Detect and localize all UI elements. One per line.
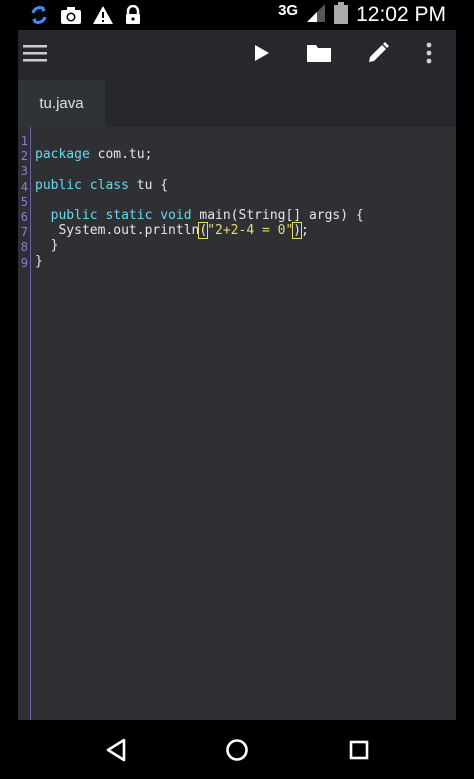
edit-button[interactable] [361, 38, 395, 72]
code-line-6: System.out.println("2+2-4 = 0"); [35, 222, 364, 240]
warning-icon [92, 5, 114, 29]
matched-bracket-close: ) [292, 222, 303, 240]
toolbar [18, 30, 456, 80]
sync-icon [28, 4, 50, 30]
line-number: 9 [20, 255, 28, 270]
code-line-2: ​ [35, 162, 364, 177]
hamburger-icon [22, 43, 48, 67]
tab-bar: tu.java [18, 80, 456, 127]
folder-icon [306, 42, 332, 68]
keyword: package [35, 147, 90, 163]
code-editor[interactable]: 1 2 3 4 5 6 7 8 9 package com.tu;​public… [18, 127, 456, 720]
code-text-segment: } [35, 238, 59, 254]
code-editor-app: tu.java 1 2 3 4 5 6 7 8 9 package com.tu… [18, 30, 456, 720]
signal-icon [306, 3, 326, 27]
lock-icon [124, 4, 142, 29]
code-text-segment: com.tu; [89, 147, 153, 163]
home-button[interactable] [221, 736, 253, 768]
code-text-segment: ; [301, 223, 309, 239]
line-number: 3 [20, 164, 28, 179]
more-options-button[interactable] [412, 38, 446, 72]
line-number: 1 [20, 134, 28, 148]
code-line-7: } [35, 238, 364, 253]
gutter-divider [30, 127, 31, 720]
line-number: 8 [20, 240, 28, 255]
line-numbers: 1 2 3 4 5 6 7 8 9 [18, 134, 28, 271]
clock: 12:02 PM [356, 3, 446, 26]
string-literal: "2+2-4 = 0" [207, 223, 294, 239]
camera-icon [60, 5, 82, 29]
code-line-1: package com.tu; [35, 147, 364, 162]
keyword: public class [35, 177, 129, 193]
code-line-4: ​ [35, 193, 364, 208]
line-number: 5 [20, 194, 28, 209]
battery-icon [334, 2, 349, 28]
code-line-5: public static void main(String[] args) { [35, 208, 364, 223]
code-text-segment: main(String[] args) { [191, 208, 364, 224]
code-text-segment: System.out.println [35, 223, 200, 239]
tab-tu-java[interactable]: tu.java [18, 80, 105, 127]
keyword: public static void [50, 208, 192, 224]
menu-button[interactable] [18, 38, 52, 72]
back-triangle-icon [104, 737, 128, 767]
recents-button[interactable] [343, 736, 375, 768]
back-button[interactable] [100, 736, 132, 768]
line-number: 2 [20, 149, 28, 164]
more-vert-icon [425, 42, 433, 68]
code-text[interactable]: package com.tu;​public class tu {​ publi… [35, 132, 364, 269]
pencil-icon [366, 41, 390, 69]
line-number: 7 [20, 225, 28, 240]
home-circle-icon [224, 737, 250, 767]
code-text-segment: } [35, 253, 43, 269]
code-line-8: } [35, 254, 364, 269]
network-type: 3G [278, 1, 299, 19]
recents-square-icon [347, 738, 371, 766]
play-icon [253, 43, 271, 67]
status-bar: 3G 12:02 PM [0, 0, 474, 30]
navigation-bar [0, 720, 474, 779]
code-text-segment: tu { [128, 177, 169, 193]
open-folder-button[interactable] [302, 38, 336, 72]
code-line-3: public class tu { [35, 178, 364, 193]
line-number: 4 [20, 179, 28, 194]
line-number: 6 [20, 210, 28, 225]
run-button[interactable] [245, 38, 279, 72]
